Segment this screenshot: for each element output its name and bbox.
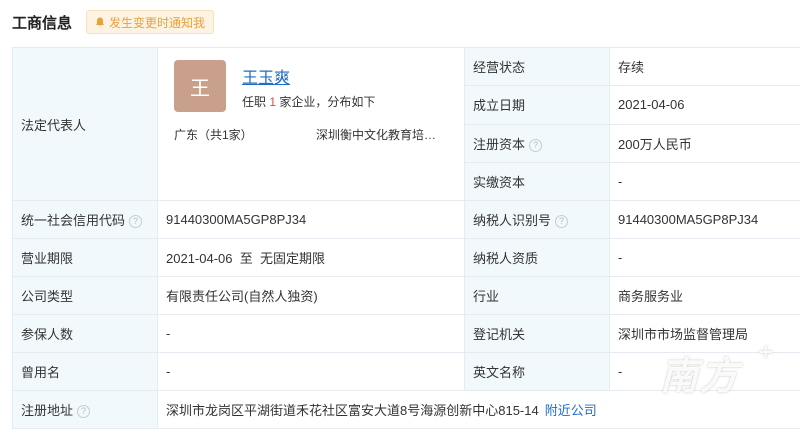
section-header: 工商信息 发生变更时通知我 bbox=[12, 8, 215, 36]
business-term-value: 2021-04-06 至 无固定期限 bbox=[157, 238, 465, 277]
taxpayer-qualification-label: 纳税人资质 bbox=[464, 238, 610, 277]
table-row: 公司类型 有限责任公司(自然人独资) 行业 商务服务业 bbox=[12, 276, 800, 315]
capital-value: 200万人民币 bbox=[609, 123, 800, 163]
table-row: 统一社会信用代码? 91440300MA5GP8PJ34 纳税人识别号? 914… bbox=[12, 200, 800, 239]
taxpayer-id-value: 91440300MA5GP8PJ34 bbox=[609, 200, 800, 239]
help-icon[interactable]: ? bbox=[529, 138, 543, 152]
table-row: 注册地址? 深圳市龙岗区平湖街道禾花社区富安大道8号海源创新中心815-14 附近… bbox=[12, 390, 800, 429]
english-name-value: - bbox=[609, 352, 800, 391]
company-type-label: 公司类型 bbox=[12, 276, 158, 315]
legal-rep-label: 法定代表人 bbox=[12, 47, 158, 201]
table-row: 曾用名 - 英文名称 - bbox=[12, 352, 800, 391]
legal-rep-company-link[interactable]: 深圳衡中文化教育培… bbox=[316, 126, 456, 143]
insured-count-value: - bbox=[157, 314, 465, 353]
founded-value: 2021-04-06 bbox=[609, 85, 800, 125]
desc-count: 1 bbox=[269, 95, 277, 109]
help-icon[interactable]: ? bbox=[129, 215, 143, 228]
table-row: 法定代表人 王 王玉爽 任职 1 家企业，分布如下 广东（共1家） 深圳衡中文化… bbox=[12, 46, 800, 201]
credit-code-value: 91440300MA5GP8PJ34 bbox=[157, 200, 465, 239]
former-name-value: - bbox=[157, 352, 465, 391]
help-icon[interactable]: ? bbox=[77, 405, 91, 418]
credit-code-label-cell: 统一社会信用代码? bbox=[12, 200, 158, 239]
legal-rep-region: 广东（共1家） bbox=[174, 128, 253, 142]
status-label: 经营状态 bbox=[464, 46, 610, 87]
notify-label: 发生变更时通知我 bbox=[109, 15, 206, 30]
industry-label: 行业 bbox=[464, 276, 610, 315]
business-info-table: 法定代表人 王 王玉爽 任职 1 家企业，分布如下 广东（共1家） 深圳衡中文化… bbox=[12, 46, 800, 429]
paid-capital-label: 实缴资本 bbox=[464, 161, 610, 202]
paid-capital-value: - bbox=[609, 161, 800, 202]
legal-rep-description: 任职 1 家企业，分布如下 bbox=[242, 93, 375, 110]
address-label-cell: 注册地址? bbox=[12, 390, 158, 429]
status-value: 存续 bbox=[609, 46, 800, 87]
desc-post: 家企业，分布如下 bbox=[279, 95, 376, 109]
address-label: 注册地址 bbox=[21, 403, 74, 418]
english-name-label: 英文名称 bbox=[464, 352, 610, 391]
section-title: 工商信息 bbox=[12, 14, 73, 32]
legal-rep-name-link[interactable]: 王玉爽 bbox=[242, 64, 290, 88]
registration-authority-label: 登记机关 bbox=[464, 314, 610, 353]
desc-pre: 任职 bbox=[242, 95, 267, 109]
credit-code-label: 统一社会信用代码 bbox=[21, 213, 126, 228]
table-row: 营业期限 2021-04-06 至 无固定期限 纳税人资质 - bbox=[12, 238, 800, 277]
capital-label-cell: 注册资本? bbox=[464, 123, 610, 163]
insured-count-label: 参保人数 bbox=[12, 314, 158, 353]
avatar: 王 bbox=[174, 60, 226, 112]
industry-value: 商务服务业 bbox=[609, 276, 800, 315]
legal-rep-cell: 王 王玉爽 任职 1 家企业，分布如下 广东（共1家） 深圳衡中文化教育培… bbox=[157, 47, 465, 201]
nearby-companies-link[interactable]: 附近公司 bbox=[545, 403, 597, 418]
registration-authority-value: 深圳市市场监督管理局 bbox=[609, 314, 800, 353]
former-name-label: 曾用名 bbox=[12, 352, 158, 391]
business-term-label: 营业期限 bbox=[12, 238, 158, 277]
notify-change-button[interactable]: 发生变更时通知我 bbox=[86, 10, 215, 34]
capital-label: 注册资本 bbox=[473, 136, 526, 152]
taxpayer-qualification-value: - bbox=[609, 238, 800, 277]
address-value-cell: 深圳市龙岗区平湖街道禾花社区富安大道8号海源创新中心815-14 附近公司 bbox=[157, 390, 800, 429]
bell-icon bbox=[96, 17, 105, 27]
founded-label: 成立日期 bbox=[464, 85, 610, 125]
table-row: 参保人数 - 登记机关 深圳市市场监督管理局 bbox=[12, 314, 800, 353]
address-value: 深圳市龙岗区平湖街道禾花社区富安大道8号海源创新中心815-14 bbox=[166, 403, 539, 418]
company-type-value: 有限责任公司(自然人独资) bbox=[157, 276, 465, 315]
help-icon[interactable]: ? bbox=[555, 215, 569, 228]
taxpayer-id-label: 纳税人识别号 bbox=[473, 213, 552, 228]
taxpayer-id-label-cell: 纳税人识别号? bbox=[464, 200, 610, 239]
